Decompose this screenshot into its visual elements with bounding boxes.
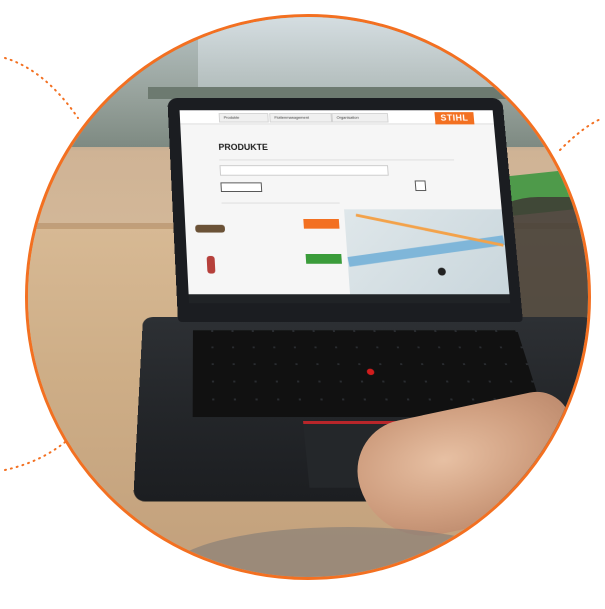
screen-tab-2: Flottenmanagement bbox=[269, 113, 333, 123]
laptop-screen-lid: Produkte Flottenmanagement Organisation … bbox=[167, 98, 523, 322]
filter-button bbox=[220, 182, 263, 192]
product-thumbnail bbox=[195, 224, 226, 233]
map-panel bbox=[344, 209, 510, 298]
screen-tab-1: Produkte bbox=[218, 113, 269, 123]
divider bbox=[219, 159, 455, 161]
orange-action-button bbox=[303, 218, 340, 229]
screen-tab-3: Organisation bbox=[331, 113, 389, 123]
laptop-screen: Produkte Flottenmanagement Organisation … bbox=[179, 110, 511, 304]
os-taskbar bbox=[188, 294, 511, 304]
trackpoint bbox=[366, 368, 375, 376]
screen-icon-button bbox=[414, 180, 427, 192]
app-header-bar: Produkte Flottenmanagement Organisation … bbox=[179, 110, 494, 125]
green-action-button bbox=[305, 253, 342, 264]
divider bbox=[221, 202, 340, 204]
circular-photo-frame: Produkte Flottenmanagement Organisation … bbox=[25, 14, 591, 580]
brand-logo: STIHL bbox=[434, 112, 475, 125]
map-route bbox=[355, 213, 504, 247]
product-thumbnail bbox=[206, 255, 216, 274]
page-title: PRODUKTE bbox=[218, 142, 269, 152]
map-pin-icon bbox=[437, 267, 447, 276]
image-stage: Produkte Flottenmanagement Organisation … bbox=[0, 0, 605, 609]
screen-search-field bbox=[219, 165, 389, 176]
